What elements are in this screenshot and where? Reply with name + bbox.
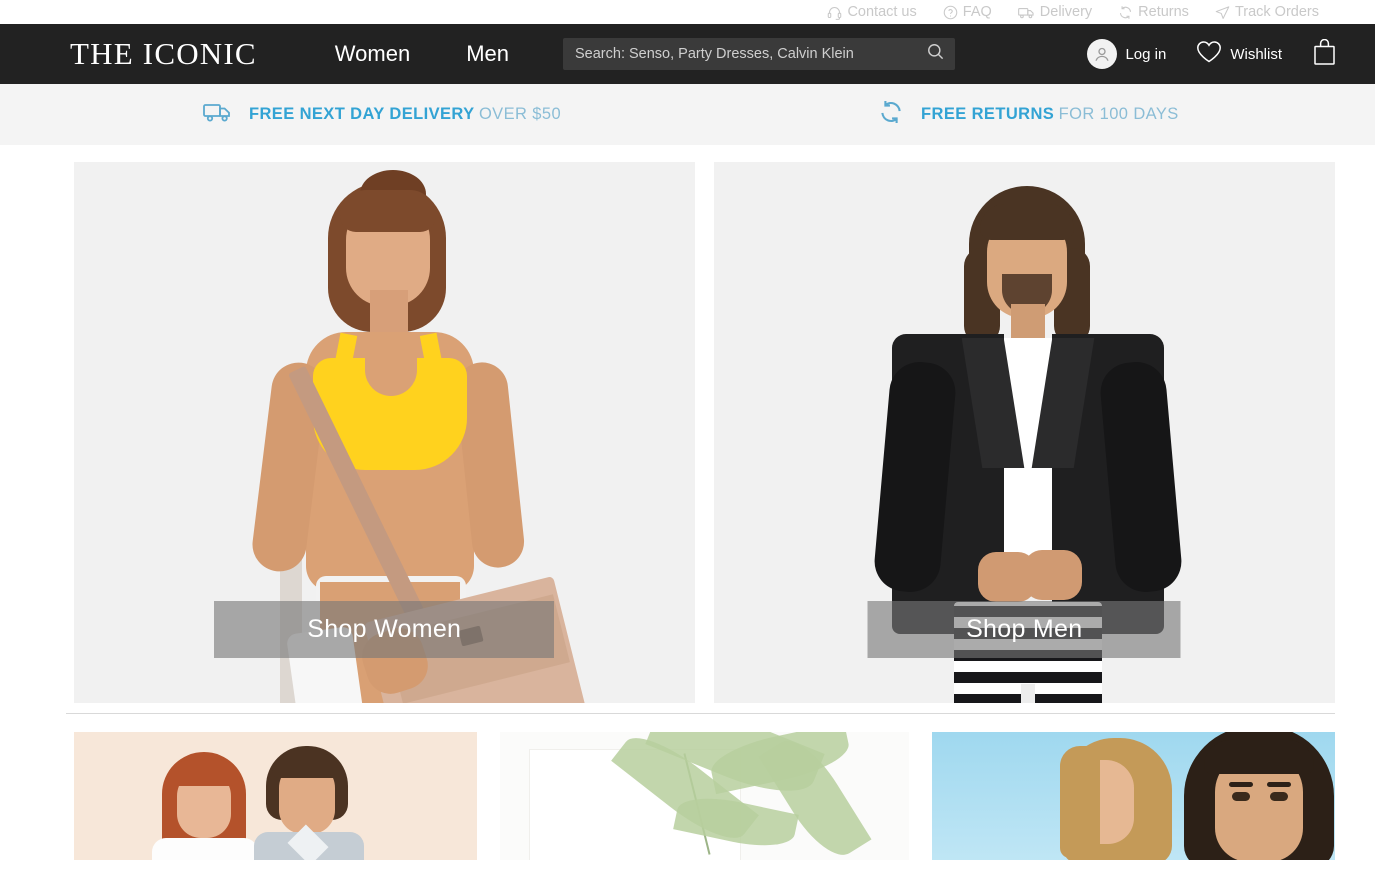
- promo-strong-text: FREE NEXT DAY DELIVERY: [249, 105, 475, 123]
- heart-icon: [1196, 40, 1222, 68]
- promo-banner: FREE NEXT DAY DELIVERY OVER $50 FREE RET…: [0, 84, 1375, 145]
- user-avatar-icon: [1087, 39, 1118, 69]
- wishlist-button[interactable]: Wishlist: [1196, 40, 1282, 68]
- nav-item-men[interactable]: Men: [466, 41, 509, 67]
- promo-light-text: FOR 100 DAYS: [1058, 105, 1179, 123]
- utility-link-track-orders[interactable]: Track Orders: [1215, 4, 1319, 20]
- promo-strong-text: FREE RETURNS: [921, 105, 1055, 123]
- returns-cycle-icon: [877, 98, 905, 131]
- cart-button[interactable]: [1312, 38, 1337, 70]
- search-icon[interactable]: [926, 42, 945, 66]
- login-label: Log in: [1125, 45, 1167, 63]
- question-circle-icon: [943, 5, 958, 20]
- delivery-truck-icon: [203, 100, 233, 129]
- paper-plane-icon: [1215, 5, 1230, 20]
- nav-item-women[interactable]: Women: [335, 41, 410, 67]
- truck-icon: [1017, 5, 1035, 20]
- utility-bar: Contact us FAQ Delivery Returns Track Or…: [0, 0, 1375, 24]
- return-arrows-icon: [1118, 5, 1133, 20]
- shop-women-button[interactable]: Shop Women: [214, 601, 555, 658]
- headset-icon: [827, 5, 842, 20]
- utility-link-label: FAQ: [962, 4, 992, 20]
- main-nav: Women Men: [335, 41, 509, 67]
- login-button[interactable]: Log in: [1087, 39, 1166, 69]
- utility-link-label: Delivery: [1039, 4, 1093, 20]
- promo-free-returns[interactable]: FREE RETURNS FOR 100 DAYS: [877, 98, 1179, 131]
- site-header: THE ICONIC Women Men Log in: [0, 24, 1375, 84]
- hero-row: Shop Women Shop Men: [0, 145, 1375, 703]
- hero-tile-men[interactable]: Shop Men: [713, 162, 1335, 703]
- header-actions: Log in Wishlist: [1087, 38, 1337, 70]
- hero-tile-women[interactable]: Shop Women: [74, 162, 695, 703]
- promo-tile-couple[interactable]: [74, 732, 477, 860]
- promo-free-delivery[interactable]: FREE NEXT DAY DELIVERY OVER $50: [203, 100, 561, 129]
- utility-link-contact-us[interactable]: Contact us: [827, 4, 917, 20]
- promo-tile-palms[interactable]: [499, 732, 910, 860]
- utility-link-label: Track Orders: [1234, 4, 1319, 20]
- utility-link-faq[interactable]: FAQ: [943, 4, 992, 20]
- promo-light-text: OVER $50: [478, 105, 562, 123]
- promo-tile-women[interactable]: [932, 732, 1335, 860]
- shop-men-button[interactable]: Shop Men: [867, 601, 1181, 658]
- wishlist-label: Wishlist: [1230, 45, 1282, 63]
- shopping-bag-icon: [1312, 38, 1337, 70]
- promo-tile-row: [0, 714, 1375, 860]
- site-logo[interactable]: THE ICONIC: [70, 36, 257, 72]
- search-bar[interactable]: [563, 38, 955, 70]
- utility-link-label: Returns: [1138, 4, 1189, 20]
- search-input[interactable]: [575, 46, 926, 62]
- utility-link-label: Contact us: [847, 4, 917, 20]
- utility-link-delivery[interactable]: Delivery: [1017, 4, 1093, 20]
- utility-link-returns[interactable]: Returns: [1118, 4, 1189, 20]
